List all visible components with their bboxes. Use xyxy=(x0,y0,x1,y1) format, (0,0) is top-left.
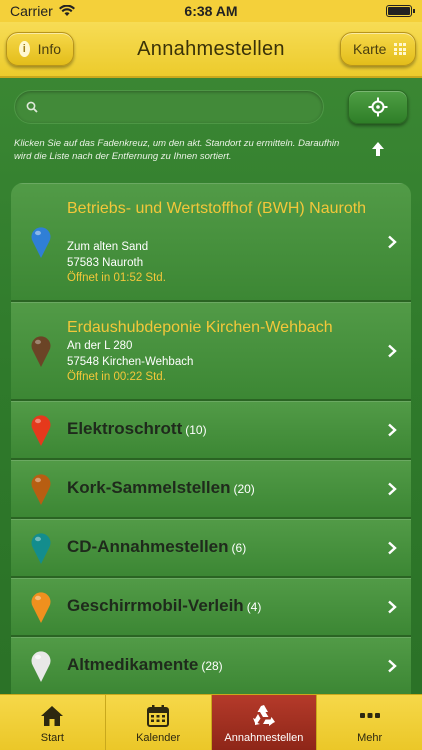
category-item-cd[interactable]: CD-Annahmestellen (6) xyxy=(11,519,411,578)
tab-label: Start xyxy=(40,732,64,744)
tab-label: Kalender xyxy=(136,732,181,744)
site-city: 57548 Kirchen-Wehbach xyxy=(67,355,194,368)
locate-hint: Klicken Sie auf das Fadenkreuz, um den a… xyxy=(14,138,340,162)
recycle-icon xyxy=(252,705,275,726)
map-pin-icon xyxy=(31,533,51,564)
map-button-label: Karte xyxy=(353,41,387,57)
category-item-kork[interactable]: Kork-Sammelstellen (20) xyxy=(11,460,411,519)
status-left: Carrier xyxy=(10,3,75,19)
category-label: Elektroschrott (10) xyxy=(67,419,207,438)
category-item-elektroschrott[interactable]: Elektroschrott (10) xyxy=(11,401,411,460)
site-name: Betriebs- und Wertstoffhof (BWH) Nauroth xyxy=(67,200,367,217)
more-icon xyxy=(359,713,380,718)
category-label: Geschirrmobil-Verleih (4) xyxy=(67,596,262,615)
category-count: (10) xyxy=(185,423,207,437)
chevron-right-icon xyxy=(388,600,397,614)
battery-icon xyxy=(386,5,415,17)
site-opening-status: Öffnet in 00:22 Std. xyxy=(67,371,166,383)
tab-kalender[interactable]: Kalender xyxy=(106,695,212,750)
tab-label: Mehr xyxy=(357,732,383,744)
map-pin-icon xyxy=(31,336,51,367)
sites-list: Betriebs- und Wertstoffhof (BWH) Nauroth… xyxy=(11,183,411,696)
tab-annahmestellen[interactable]: Annahmestellen xyxy=(211,695,318,750)
category-label: CD-Annahmestellen (6) xyxy=(67,537,247,556)
map-pin-icon xyxy=(31,651,51,682)
tab-label: Annahmestellen xyxy=(224,732,304,744)
category-count: (6) xyxy=(231,541,247,555)
tab-bar: Start Kalender Annahmestellen Mehr xyxy=(0,694,422,750)
site-city: 57583 Nauroth xyxy=(67,256,144,269)
home-icon xyxy=(41,706,64,726)
wifi-icon xyxy=(58,5,75,16)
list-item[interactable]: Erdaushubdeponie Kirchen-Wehbach An der … xyxy=(11,302,411,401)
chevron-right-icon xyxy=(388,344,397,358)
crosshair-icon xyxy=(368,97,388,117)
site-name: Erdaushubdeponie Kirchen-Wehbach xyxy=(67,319,333,336)
locate-button[interactable] xyxy=(348,90,408,124)
search-field[interactable] xyxy=(14,90,324,124)
site-street: Zum alten Sand xyxy=(67,241,149,253)
list-item[interactable]: Betriebs- und Wertstoffhof (BWH) Nauroth… xyxy=(11,183,411,302)
chevron-right-icon xyxy=(388,482,397,496)
tab-mehr[interactable]: Mehr xyxy=(317,695,422,750)
grid-icon xyxy=(394,43,407,55)
chevron-right-icon xyxy=(388,235,397,249)
map-pin-icon xyxy=(31,474,51,505)
category-count: (28) xyxy=(201,659,223,673)
category-label: Altmedikamente (28) xyxy=(67,655,223,674)
arrow-up-icon xyxy=(372,142,384,156)
calendar-icon xyxy=(147,705,170,727)
site-opening-status: Öffnet in 01:52 Std. xyxy=(67,272,166,284)
chevron-right-icon xyxy=(388,423,397,437)
site-street: An der L 280 xyxy=(67,340,133,352)
category-item-geschirrmobil[interactable]: Geschirrmobil-Verleih (4) xyxy=(11,578,411,637)
chevron-right-icon xyxy=(388,541,397,555)
chevron-right-icon xyxy=(388,659,397,673)
status-bar: Carrier 6:38 AM xyxy=(0,0,422,22)
status-time: 6:38 AM xyxy=(184,3,238,19)
map-pin-icon xyxy=(31,227,51,258)
search-icon xyxy=(26,101,38,113)
tab-start[interactable]: Start xyxy=(0,695,106,750)
category-label: Kork-Sammelstellen (20) xyxy=(67,478,255,497)
header: i Info Annahmestellen Karte xyxy=(0,22,422,78)
map-pin-icon xyxy=(31,415,51,446)
search-input[interactable] xyxy=(45,91,315,123)
carrier-label: Carrier xyxy=(10,3,53,19)
category-count: (4) xyxy=(246,600,262,614)
category-count: (20) xyxy=(233,482,255,496)
site-address: Zum alten Sand 57583 Nauroth Öffnet in 0… xyxy=(67,240,166,287)
map-pin-icon xyxy=(31,592,51,623)
category-item-altmedikamente[interactable]: Altmedikamente (28) xyxy=(11,637,411,696)
map-button[interactable]: Karte xyxy=(340,32,416,66)
site-address: An der L 280 57548 Kirchen-Wehbach Öffne… xyxy=(67,339,193,386)
